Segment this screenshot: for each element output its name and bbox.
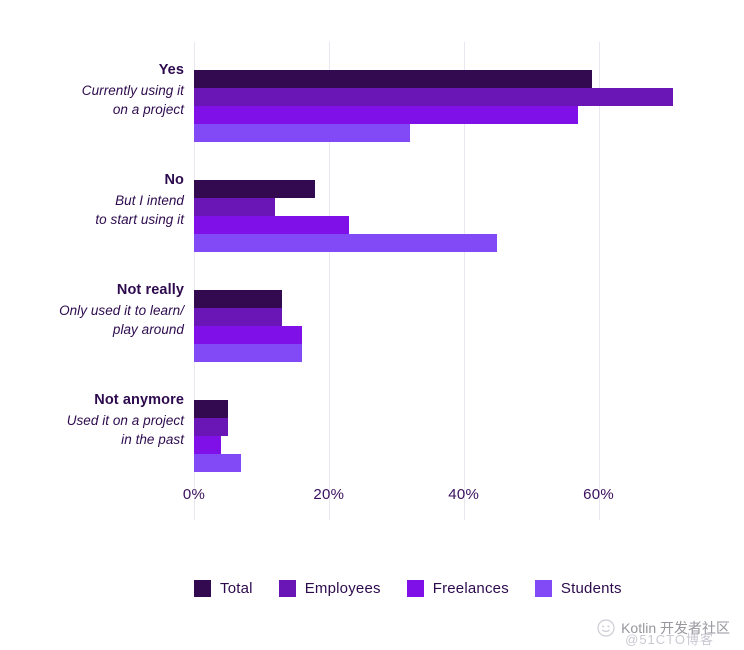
watermark-label: @51CTO博客 <box>625 632 714 647</box>
category-subtitle: to start using it <box>95 211 184 227</box>
bar-group <box>194 400 666 472</box>
legend-item[interactable]: Total <box>194 579 253 597</box>
bar <box>194 106 579 124</box>
x-tick-label: 20% <box>313 486 345 503</box>
x-tick-label: 0% <box>182 486 206 503</box>
legend-swatch-icon <box>278 579 296 597</box>
category-subtitle: in the past <box>121 431 184 447</box>
x-tick-label: 60% <box>583 486 615 503</box>
category-subtitle: Only used it to learn/ <box>59 302 184 318</box>
legend-label: Students <box>560 579 622 597</box>
category-title: Not anymore <box>94 392 184 408</box>
bar <box>194 436 221 454</box>
bar <box>194 198 275 216</box>
x-tick-label: 40% <box>448 486 480 503</box>
bar <box>194 344 302 362</box>
legend-swatch-icon <box>406 579 424 597</box>
bar <box>194 88 673 106</box>
category-label: No But I intend to start using it <box>6 171 184 229</box>
category-title: Not really <box>116 282 184 298</box>
bar <box>194 70 592 88</box>
bar <box>194 124 410 142</box>
bar-group <box>194 290 666 362</box>
category-subtitle: Currently using it <box>81 82 184 98</box>
bar <box>194 308 282 326</box>
bar <box>194 326 302 344</box>
category-label: Yes Currently using it on a project <box>6 61 184 119</box>
bar-chart: Yes Currently using it on a project No But I… <box>0 0 744 650</box>
legend-label: Freelances <box>432 579 509 597</box>
kotlin-logo-icon <box>597 619 615 637</box>
bar <box>194 234 498 252</box>
bar-group <box>194 180 666 252</box>
legend-label: Total <box>220 579 253 597</box>
legend-swatch-icon <box>534 579 552 597</box>
bar <box>194 400 228 418</box>
plot-area <box>194 42 673 520</box>
legend-item[interactable]: Freelances <box>406 579 509 597</box>
legend-item[interactable]: Employees <box>278 579 381 597</box>
bar <box>194 418 228 436</box>
category-subtitle: play around <box>112 321 184 337</box>
bar <box>194 216 350 234</box>
category-subtitle: But I intend <box>115 192 184 208</box>
category-subtitle: on a project <box>112 101 184 117</box>
bar <box>194 180 316 198</box>
category-label: Not really Only used it to learn/play aro… <box>6 281 184 339</box>
legend-item[interactable]: Students <box>534 579 622 597</box>
category-title: No <box>164 172 184 188</box>
bar-group <box>194 70 673 142</box>
category-title: Yes <box>158 62 184 78</box>
category-subtitle: Used it on a project <box>66 412 184 428</box>
legend-swatch-icon <box>194 579 211 597</box>
bar <box>194 454 242 472</box>
legend-label: Employees <box>304 579 381 597</box>
bar <box>194 290 282 308</box>
chart-legend: Total Employees Freelances Students <box>194 576 622 600</box>
category-label: Not anymore Used it on a project in the pa… <box>6 391 184 449</box>
